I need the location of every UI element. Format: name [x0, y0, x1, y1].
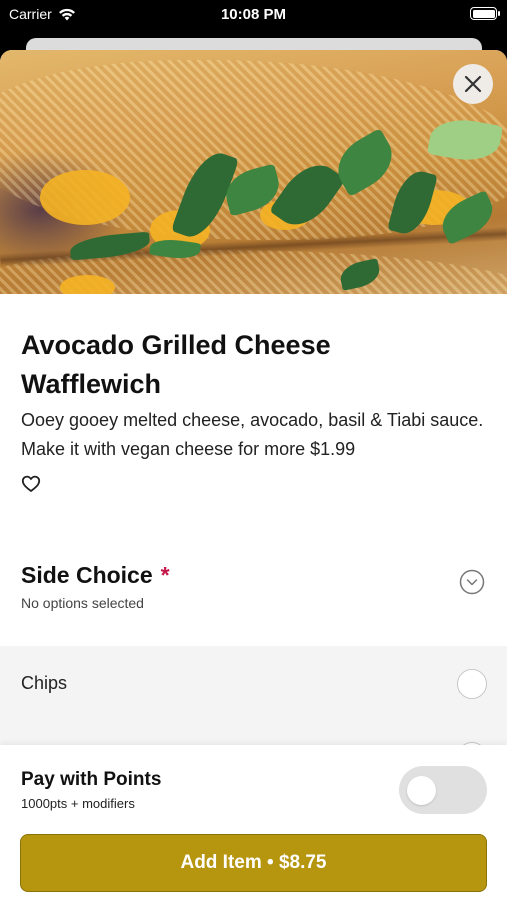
close-icon — [464, 75, 482, 93]
side-choice-title: Side Choice — [21, 562, 153, 588]
status-time: 10:08 PM — [220, 6, 287, 23]
item-title: Avocado Grilled Cheese Wafflewich — [21, 330, 331, 399]
side-choice-heading: Side Choice * — [21, 562, 170, 589]
pay-with-points-subtitle: 1000pts + modifiers — [21, 796, 135, 811]
pay-with-points-title: Pay with Points — [21, 769, 162, 790]
option-label: Chips — [21, 673, 68, 693]
required-marker: * — [160, 562, 170, 588]
item-photo — [0, 50, 507, 294]
status-bar: Carrier 10:08 PM — [0, 0, 507, 30]
heart-outline-icon[interactable] — [21, 474, 41, 494]
option-radio[interactable] — [457, 669, 487, 699]
item-description: Ooey gooey melted cheese, avocado, basil… — [21, 410, 484, 459]
item-detail-sheet: Avocado Grilled Cheese Wafflewich Ooey g… — [0, 50, 507, 900]
pay-with-points-toggle[interactable] — [399, 766, 487, 814]
toggle-knob — [407, 776, 436, 805]
side-choice-status: No options selected — [21, 595, 144, 611]
add-item-button[interactable]: Add Item • $8.75 — [20, 834, 487, 892]
side-option-chips[interactable]: Chips — [0, 646, 507, 722]
close-button[interactable] — [453, 64, 493, 104]
battery-icon — [470, 7, 500, 20]
chevron-down-circle-icon[interactable] — [459, 569, 485, 595]
checkout-footer: Pay with Points 1000pts + modifiers Add … — [0, 745, 507, 900]
